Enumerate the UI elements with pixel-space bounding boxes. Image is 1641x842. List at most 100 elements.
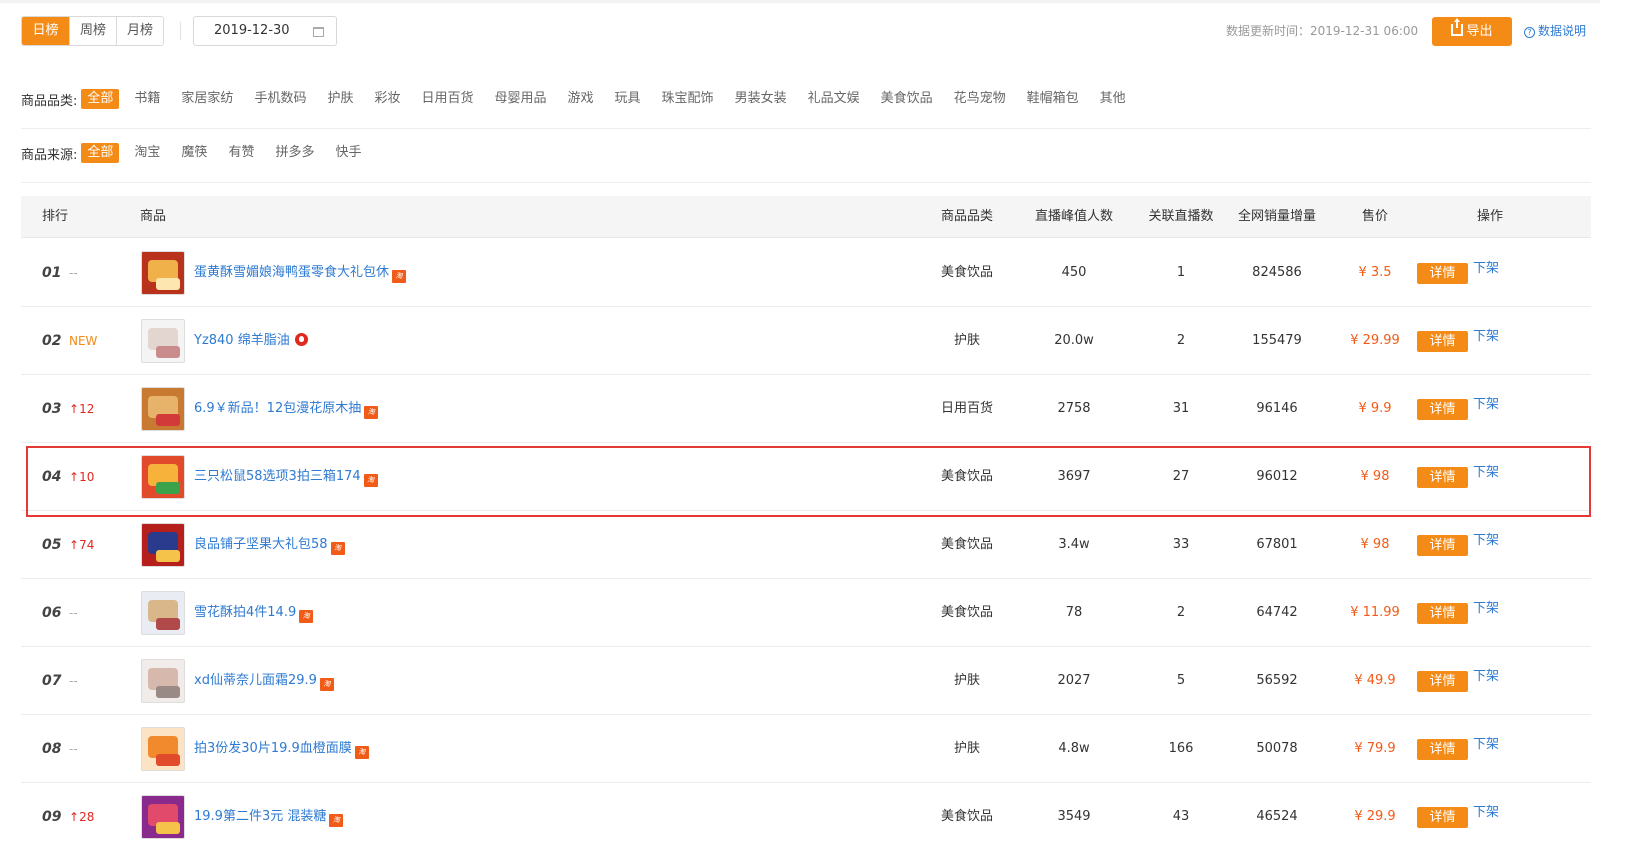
product-name: 良品铺子坚果大礼包58 <box>194 537 328 552</box>
product-thumbnail[interactable] <box>141 795 185 839</box>
category-option[interactable]: 男装女装 <box>729 89 793 109</box>
product-name-link[interactable]: 拍3份发30片19.9血橙面膜淘 <box>194 715 369 783</box>
source-option[interactable]: 全部 <box>81 143 120 163</box>
product-price: ¥ 29.9 <box>1354 809 1396 824</box>
rank-change: -- <box>69 715 78 783</box>
rank-change: NEW <box>69 307 97 375</box>
delist-link[interactable]: 下架 <box>1473 669 1499 685</box>
detail-button[interactable]: 详情 <box>1417 603 1468 624</box>
data-help-link[interactable]: ? 数据说明 <box>1524 22 1586 39</box>
category-option[interactable]: 护肤 <box>321 89 359 109</box>
table-row: 06 -- 雪花酥拍4件14.9 淘 美食饮品 78 2 64742 ¥ 11.99 详情 下架 <box>21 579 1591 647</box>
delist-link[interactable]: 下架 <box>1473 397 1499 413</box>
export-button[interactable]: 导出 <box>1432 17 1512 46</box>
product-price: ¥ 98 <box>1360 469 1390 484</box>
category-option[interactable]: 日用百货 <box>415 89 479 109</box>
table-row: 04 ↑10 三只松鼠58选项3拍三箱174 淘 美食饮品 3697 27 96012 ¥ 98… <box>21 443 1591 511</box>
product-category: 护肤 <box>953 673 980 688</box>
source-option[interactable]: 淘宝 <box>128 143 166 163</box>
header-lives: 关联直播数 <box>1148 209 1214 224</box>
tab-weekly[interactable]: 周榜 <box>69 17 116 45</box>
related-lives: 31 <box>1172 401 1190 416</box>
product-thumbnail[interactable] <box>141 523 185 567</box>
delist-link[interactable]: 下架 <box>1473 465 1499 481</box>
toolbar-divider <box>180 22 181 40</box>
product-name-link[interactable]: 良品铺子坚果大礼包58 淘 <box>194 511 345 579</box>
detail-button[interactable]: 详情 <box>1417 331 1468 352</box>
sales-increment: 46524 <box>1256 809 1298 824</box>
product-thumbnail[interactable] <box>141 319 185 363</box>
product-thumbnail[interactable] <box>141 387 185 431</box>
category-option[interactable]: 手机数码 <box>248 89 312 109</box>
delist-link[interactable]: 下架 <box>1473 601 1499 617</box>
source-option[interactable]: 快手 <box>329 143 367 163</box>
detail-button[interactable]: 详情 <box>1417 535 1468 556</box>
source-option[interactable]: 有赞 <box>222 143 260 163</box>
product-name-link[interactable]: xd仙蒂奈儿面霜29.9 淘 <box>194 647 334 715</box>
toolbar: 日榜 周榜 月榜 2019-12-30 数据更新时间：2019-12-31 06… <box>21 16 1601 46</box>
date-picker[interactable]: 2019-12-30 <box>193 16 337 46</box>
delist-link[interactable]: 下架 <box>1473 261 1499 277</box>
source-option[interactable]: 魔筷 <box>175 143 213 163</box>
product-name-link[interactable]: Yz840 绵羊脂油 <box>194 307 308 375</box>
detail-button[interactable]: 详情 <box>1417 807 1468 828</box>
delist-link[interactable]: 下架 <box>1473 533 1499 549</box>
product-thumbnail[interactable] <box>141 455 185 499</box>
delist-link[interactable]: 下架 <box>1473 737 1499 753</box>
rank-change-value: NEW <box>69 334 98 348</box>
product-category: 护肤 <box>953 741 980 756</box>
category-option[interactable]: 游戏 <box>562 89 600 109</box>
peak-viewers: 3.4w <box>1058 537 1090 552</box>
product-category: 美食饮品 <box>940 809 993 824</box>
product-name-link[interactable]: 雪花酥拍4件14.9 淘 <box>194 579 314 647</box>
table-row: 03 ↑12 6.9￥新品！12包漫花原木抽淘 日用百货 2758 31 96146 ¥ 9.… <box>21 375 1591 443</box>
category-option[interactable]: 花鸟宠物 <box>948 89 1012 109</box>
rank-change-value: 12 <box>79 402 95 416</box>
product-thumbnail[interactable] <box>141 591 185 635</box>
source-filter: 商品来源: 全部 淘宝 魔筷 有赞 拼多多 快手 <box>21 143 376 163</box>
source-option[interactable]: 拼多多 <box>269 143 320 163</box>
delist-link[interactable]: 下架 <box>1473 805 1499 821</box>
related-lives: 43 <box>1172 809 1190 824</box>
up-arrow-icon: ↑ <box>69 402 80 416</box>
top-divider <box>0 0 1600 3</box>
detail-button[interactable]: 详情 <box>1417 399 1468 420</box>
rank-change-value: 74 <box>79 538 95 552</box>
category-option[interactable]: 书籍 <box>128 89 166 109</box>
rank-number: 07 <box>42 673 62 689</box>
category-option[interactable]: 家居家纺 <box>175 89 239 109</box>
taobao-icon: 淘 <box>364 406 379 419</box>
product-name-link[interactable]: 19.9第二件3元 混装糖淘 <box>194 783 344 842</box>
detail-button[interactable]: 详情 <box>1417 263 1468 284</box>
product-name: xd仙蒂奈儿面霜29.9 <box>194 673 317 688</box>
rank-change: ↑74 <box>69 511 94 579</box>
category-option[interactable]: 美食饮品 <box>875 89 939 109</box>
detail-button[interactable]: 详情 <box>1417 467 1468 488</box>
product-name-link[interactable]: 三只松鼠58选项3拍三箱174 淘 <box>194 443 378 511</box>
product-name: 拍3份发30片19.9血橙面膜 <box>194 741 352 756</box>
product-name-link[interactable]: 6.9￥新品！12包漫花原木抽淘 <box>194 375 379 443</box>
detail-button[interactable]: 详情 <box>1417 671 1468 692</box>
tab-monthly[interactable]: 月榜 <box>116 17 163 45</box>
detail-button[interactable]: 详情 <box>1417 739 1468 760</box>
category-option[interactable]: 鞋帽箱包 <box>1021 89 1085 109</box>
delist-link[interactable]: 下架 <box>1473 329 1499 345</box>
category-option[interactable]: 全部 <box>81 89 120 109</box>
product-name-link[interactable]: 蛋黄酥雪媚娘海鸭蛋零食大礼包休淘 <box>194 239 407 307</box>
table-row: 05 ↑74 良品铺子坚果大礼包58 淘 美食饮品 3.4w 33 67801 ¥ 98 详情 下架 <box>21 511 1591 579</box>
category-option[interactable]: 母婴用品 <box>489 89 553 109</box>
category-option[interactable]: 玩具 <box>609 89 647 109</box>
product-thumbnail[interactable] <box>141 727 185 771</box>
sales-increment: 56592 <box>1256 673 1298 688</box>
up-arrow-icon: ↑ <box>69 538 80 552</box>
rank-number: 01 <box>42 265 62 281</box>
sales-increment: 824586 <box>1252 265 1302 280</box>
category-option[interactable]: 礼品文娱 <box>802 89 866 109</box>
category-option[interactable]: 其他 <box>1094 89 1132 109</box>
tab-daily[interactable]: 日榜 <box>22 17 69 45</box>
product-thumbnail[interactable] <box>141 659 185 703</box>
peak-viewers: 3697 <box>1057 469 1091 484</box>
product-thumbnail[interactable] <box>141 251 185 295</box>
category-option[interactable]: 珠宝配饰 <box>656 89 720 109</box>
category-option[interactable]: 彩妆 <box>368 89 406 109</box>
